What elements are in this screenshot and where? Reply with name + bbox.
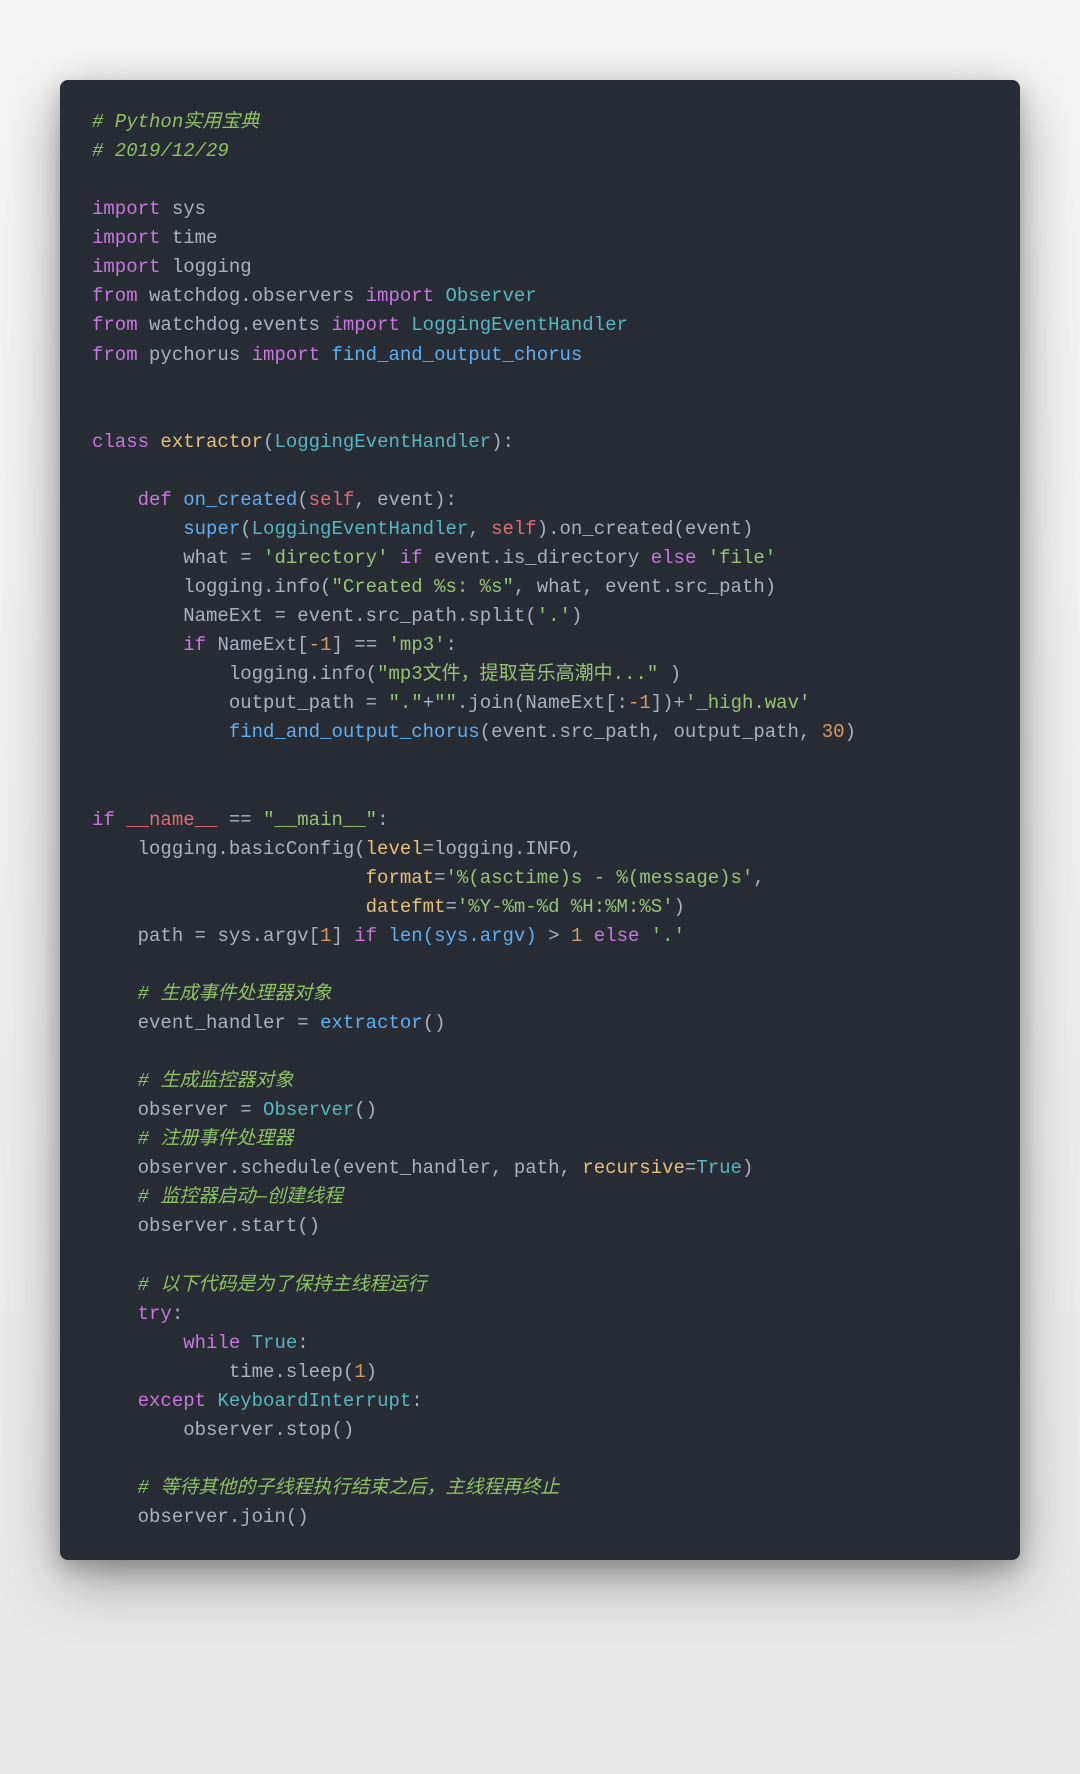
comment-line: # 2019/12/29 — [92, 140, 229, 162]
keyword-class: class — [92, 431, 149, 453]
comment-line: # 生成监控器对象 — [138, 1070, 294, 1092]
class-leh: LoggingEventHandler — [411, 314, 628, 336]
comment-line: # 生成事件处理器对象 — [138, 983, 332, 1005]
keyword-def: def — [138, 489, 172, 511]
comment-line: # 注册事件处理器 — [138, 1128, 294, 1150]
comment-line: # 监控器启动—创建线程 — [138, 1186, 343, 1208]
comment-line: # Python实用宝典 — [92, 111, 259, 133]
code-block: # Python实用宝典 # 2019/12/29 import sys imp… — [60, 80, 1020, 1560]
method-on-created: on_created — [183, 489, 297, 511]
dunder-name: __name__ — [126, 809, 217, 831]
module: sys — [172, 198, 206, 220]
class-keyboard-interrupt: KeyboardInterrupt — [217, 1390, 411, 1412]
comment-line: # 以下代码是为了保持主线程运行 — [138, 1274, 427, 1296]
class-extractor: extractor — [160, 431, 263, 453]
keyword-import: import — [92, 198, 160, 220]
comment-line: # 等待其他的子线程执行结束之后，主线程再终止 — [138, 1477, 560, 1499]
class-observer: Observer — [445, 285, 536, 307]
